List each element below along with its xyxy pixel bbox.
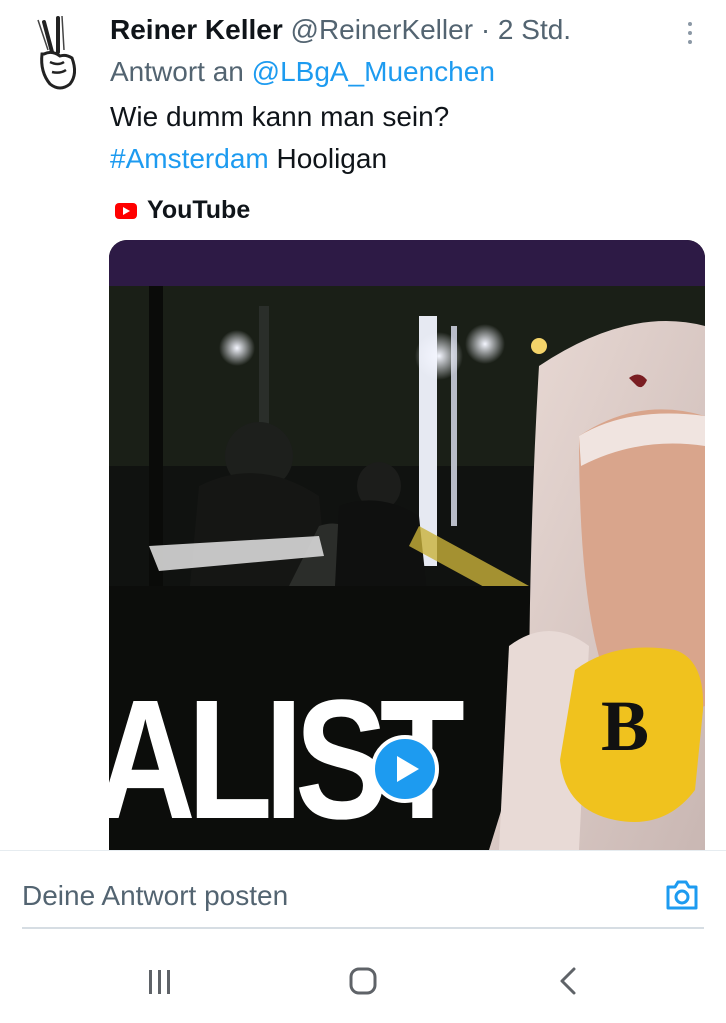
camera-button[interactable] bbox=[664, 877, 700, 913]
card-header-bar bbox=[109, 240, 705, 286]
tweet-header: Reiner Keller @ReinerKeller · 2 Std. bbox=[110, 10, 710, 50]
back-button[interactable] bbox=[556, 966, 580, 996]
youtube-icon bbox=[115, 202, 137, 219]
home-icon bbox=[349, 967, 377, 995]
recent-apps-button[interactable] bbox=[146, 968, 174, 996]
author-name[interactable]: Reiner Keller bbox=[110, 14, 283, 45]
back-icon bbox=[560, 967, 576, 995]
peace-hand-icon bbox=[37, 15, 77, 90]
header-separator: · bbox=[480, 14, 491, 45]
reply-to-link[interactable]: @LBgA_Muenchen bbox=[252, 56, 495, 87]
card-source-label: YouTube bbox=[147, 196, 251, 224]
camera-icon bbox=[666, 880, 698, 910]
play-button[interactable] bbox=[371, 735, 439, 803]
mic-logo-letter: B bbox=[601, 686, 649, 766]
play-icon bbox=[396, 756, 419, 782]
more-vertical-icon[interactable] bbox=[676, 16, 704, 50]
home-button[interactable] bbox=[348, 966, 378, 996]
reply-bar-divider bbox=[0, 850, 726, 851]
tweet-text-line2: #Amsterdam Hooligan bbox=[110, 138, 710, 180]
reply-input[interactable] bbox=[22, 873, 622, 919]
author-avatar[interactable] bbox=[30, 14, 92, 94]
recent-apps-icon bbox=[149, 970, 170, 994]
tweet-text-line1: Wie dumm kann man sein? bbox=[110, 101, 450, 132]
tweet-text: Wie dumm kann man sein? #Amsterdam Hooli… bbox=[110, 96, 710, 180]
reply-input-underline bbox=[22, 927, 704, 929]
microphone-graphic: B bbox=[560, 647, 704, 822]
tweet-time[interactable]: 2 Std. bbox=[498, 14, 571, 45]
card-source[interactable]: YouTube bbox=[115, 196, 250, 225]
tweet: Reiner Keller @ReinerKeller · 2 Std. Ant… bbox=[110, 10, 710, 180]
reply-prefix: Antwort an bbox=[110, 56, 244, 87]
author-handle[interactable]: @ReinerKeller bbox=[291, 14, 474, 45]
reply-context: Antwort an @LBgA_Muenchen bbox=[110, 52, 710, 92]
tweet-text-rest: Hooligan bbox=[276, 143, 388, 174]
hashtag-link[interactable]: #Amsterdam bbox=[110, 143, 269, 174]
